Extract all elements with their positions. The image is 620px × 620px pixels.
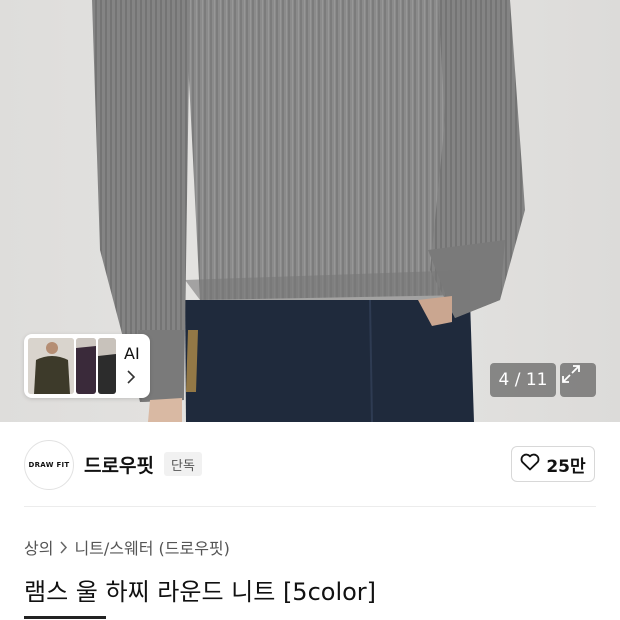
brand-name[interactable]: 드로우핏 <box>84 451 154 478</box>
exclusive-badge: 단독 <box>164 452 202 476</box>
breadcrumb-item-subcategory[interactable]: 니트/스웨터 (드로우핏) <box>74 535 229 559</box>
ai-label: AI <box>124 344 140 363</box>
brand-logo-text: DRAW FIT <box>28 461 70 469</box>
chevron-right-icon <box>59 540 68 554</box>
image-counter: 4 / 11 <box>490 363 556 397</box>
product-title: 램스 울 하찌 라운드 니트 [5color] <box>24 578 377 606</box>
ai-thumbnail-2 <box>76 338 96 394</box>
brand-logo[interactable]: DRAW FIT <box>24 440 74 490</box>
expand-button[interactable] <box>560 363 596 397</box>
ai-thumbnail-3 <box>98 338 116 394</box>
heart-icon <box>520 453 540 475</box>
tab-indicator <box>24 616 106 619</box>
like-count: 25만 <box>546 456 586 477</box>
divider <box>24 506 596 507</box>
like-button[interactable]: 25만 <box>511 446 595 482</box>
breadcrumb: 상의 니트/스웨터 (드로우핏) <box>24 535 230 559</box>
breadcrumb-item-category[interactable]: 상의 <box>24 535 53 559</box>
product-image[interactable]: AI 4 / 11 <box>0 0 620 422</box>
ai-thumbnail-1 <box>28 338 74 394</box>
ai-similar-items-card[interactable]: AI <box>24 334 150 398</box>
